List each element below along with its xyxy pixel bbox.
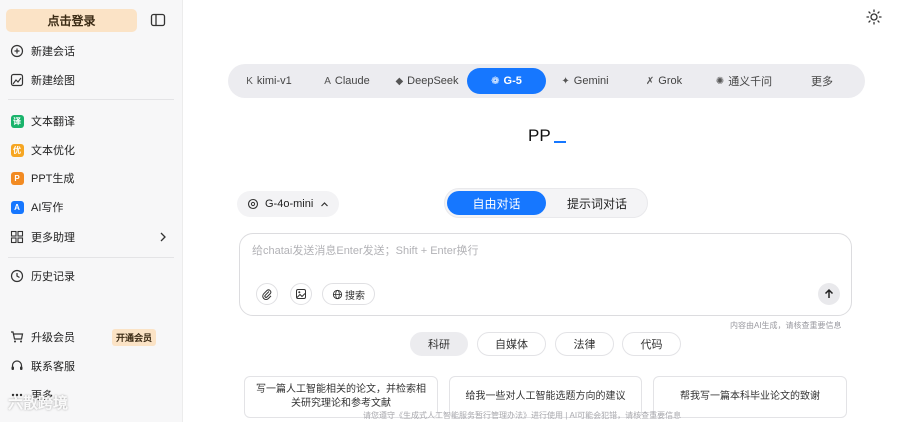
chevron-up-icon xyxy=(321,201,329,206)
mode-free-chat[interactable]: 自由对话 xyxy=(447,191,546,215)
tab-model-g5[interactable]: ❁ G-5 xyxy=(467,68,546,94)
sidebar-divider xyxy=(8,99,174,100)
send-button[interactable] xyxy=(818,283,840,305)
ai-disclaimer: 内容由AI生成，请核查重要信息 xyxy=(730,321,842,330)
sidebar-item-more-assistants[interactable]: 更多助理 xyxy=(10,227,170,247)
sidebar-item-label: 更多助理 xyxy=(31,232,75,244)
page-title: PP xyxy=(528,126,566,146)
model-tab-bar: Kkimi-v1 A Claude ◆ DeepSeek ❁ G-5 ✦ Gemini … xyxy=(228,64,865,98)
tab-model-qwen[interactable]: ✺ 通义千问 xyxy=(710,68,778,94)
chevron-right-icon xyxy=(158,231,168,246)
claude-icon: A xyxy=(324,75,331,87)
tab-model-grok[interactable]: ✗ Grok xyxy=(634,68,694,94)
attach-button[interactable] xyxy=(256,283,278,305)
grid-icon xyxy=(10,230,24,244)
image-plus-icon xyxy=(10,73,24,87)
sidebar-item-label: 文本优化 xyxy=(31,145,75,157)
ai-write-icon: A xyxy=(10,200,24,214)
watermark: 六散跨境 xyxy=(8,395,69,412)
mode-prompt-chat[interactable]: 提示词对话 xyxy=(549,191,645,215)
cart-icon xyxy=(10,330,24,344)
tab-model-gemini[interactable]: ✦ Gemini xyxy=(550,68,620,94)
sidebar-item-ai-write[interactable]: A AI写作 xyxy=(10,197,170,217)
sidebar-item-label: 历史记录 xyxy=(31,271,75,283)
arrow-up-icon xyxy=(824,288,834,298)
gemini-icon: ✦ xyxy=(561,75,570,87)
qwen-icon: ✺ xyxy=(715,75,725,87)
message-input[interactable] xyxy=(252,242,842,264)
sidebar-item-upgrade[interactable]: 升级会员 开通会员 xyxy=(10,327,170,347)
category-research[interactable]: 科研 xyxy=(410,332,468,356)
sidebar-item-label: 新建绘图 xyxy=(31,75,75,87)
grok-icon: ✗ xyxy=(645,75,655,87)
sidebar-collapse-icon[interactable] xyxy=(150,12,166,28)
translate-icon: 译 xyxy=(10,114,24,128)
sidebar-item-history[interactable]: 历史记录 xyxy=(10,266,170,286)
theme-toggle-button[interactable] xyxy=(862,6,886,28)
ppt-icon: P xyxy=(10,171,24,185)
tab-model-deepseek[interactable]: ◆ DeepSeek xyxy=(388,68,466,94)
tab-model-more[interactable]: 更多 xyxy=(800,68,844,94)
category-code[interactable]: 代码 xyxy=(622,332,681,356)
sidebar-item-label: 文本翻译 xyxy=(31,116,75,128)
web-search-button[interactable]: 搜索 xyxy=(322,283,375,305)
sidebar-item-label: 升级会员 xyxy=(31,332,75,344)
chat-plus-icon xyxy=(10,44,24,58)
sidebar-item-label: PPT生成 xyxy=(31,173,75,185)
vip-badge[interactable]: 开通会员 xyxy=(111,329,156,346)
chat-mode-toggle: 自由对话 提示词对话 xyxy=(444,188,648,218)
tab-model-kimi[interactable]: Kkimi-v1 xyxy=(234,68,304,94)
optimize-icon: 优 xyxy=(10,143,24,157)
footer-notice: 请您遵守《生成式人工智能服务暂行管理办法》进行使用 | AI可能会犯错，请核查重… xyxy=(363,411,682,420)
deepseek-icon: ◆ xyxy=(395,75,404,87)
sidebar-item-label: 联系客服 xyxy=(31,361,75,373)
globe-icon xyxy=(332,289,343,299)
tab-model-claude[interactable]: A Claude xyxy=(312,68,382,94)
openai-icon xyxy=(247,198,259,210)
sidebar-item-new-chat[interactable]: 新建会话 xyxy=(10,41,170,61)
category-self-media[interactable]: 自媒体 xyxy=(477,332,546,356)
sun-icon xyxy=(866,9,882,25)
sidebar-item-support[interactable]: 联系客服 xyxy=(10,356,170,376)
model-select[interactable]: G-4o-mini xyxy=(237,191,339,217)
sidebar-item-ppt[interactable]: P PPT生成 xyxy=(10,168,170,188)
suggestion-card[interactable]: 帮我写一篇本科毕业论文的致谢 xyxy=(653,376,847,418)
image-upload-button[interactable] xyxy=(290,283,312,305)
kimi-icon: K xyxy=(246,75,253,87)
sidebar-item-optimize[interactable]: 优 文本优化 xyxy=(10,140,170,160)
headset-icon xyxy=(10,359,24,373)
sidebar-divider xyxy=(8,257,174,258)
login-button[interactable]: 点击登录 xyxy=(6,9,137,32)
sidebar-item-label: AI写作 xyxy=(31,202,64,214)
sidebar: 点击登录 新建会话 新建绘图 译 文本翻译 优 文本优化 P PPT生成 A A… xyxy=(0,0,183,422)
typing-cursor xyxy=(553,141,566,143)
sidebar-item-label: 新建会话 xyxy=(31,46,75,58)
message-input-box: 搜索 xyxy=(239,233,852,316)
openai-icon: ❁ xyxy=(491,75,500,87)
image-icon xyxy=(296,289,306,299)
history-icon xyxy=(10,269,24,283)
category-law[interactable]: 法律 xyxy=(555,332,614,356)
sidebar-item-new-drawing[interactable]: 新建绘图 xyxy=(10,70,170,90)
paperclip-icon xyxy=(262,289,272,300)
sidebar-item-translate[interactable]: 译 文本翻译 xyxy=(10,111,170,131)
